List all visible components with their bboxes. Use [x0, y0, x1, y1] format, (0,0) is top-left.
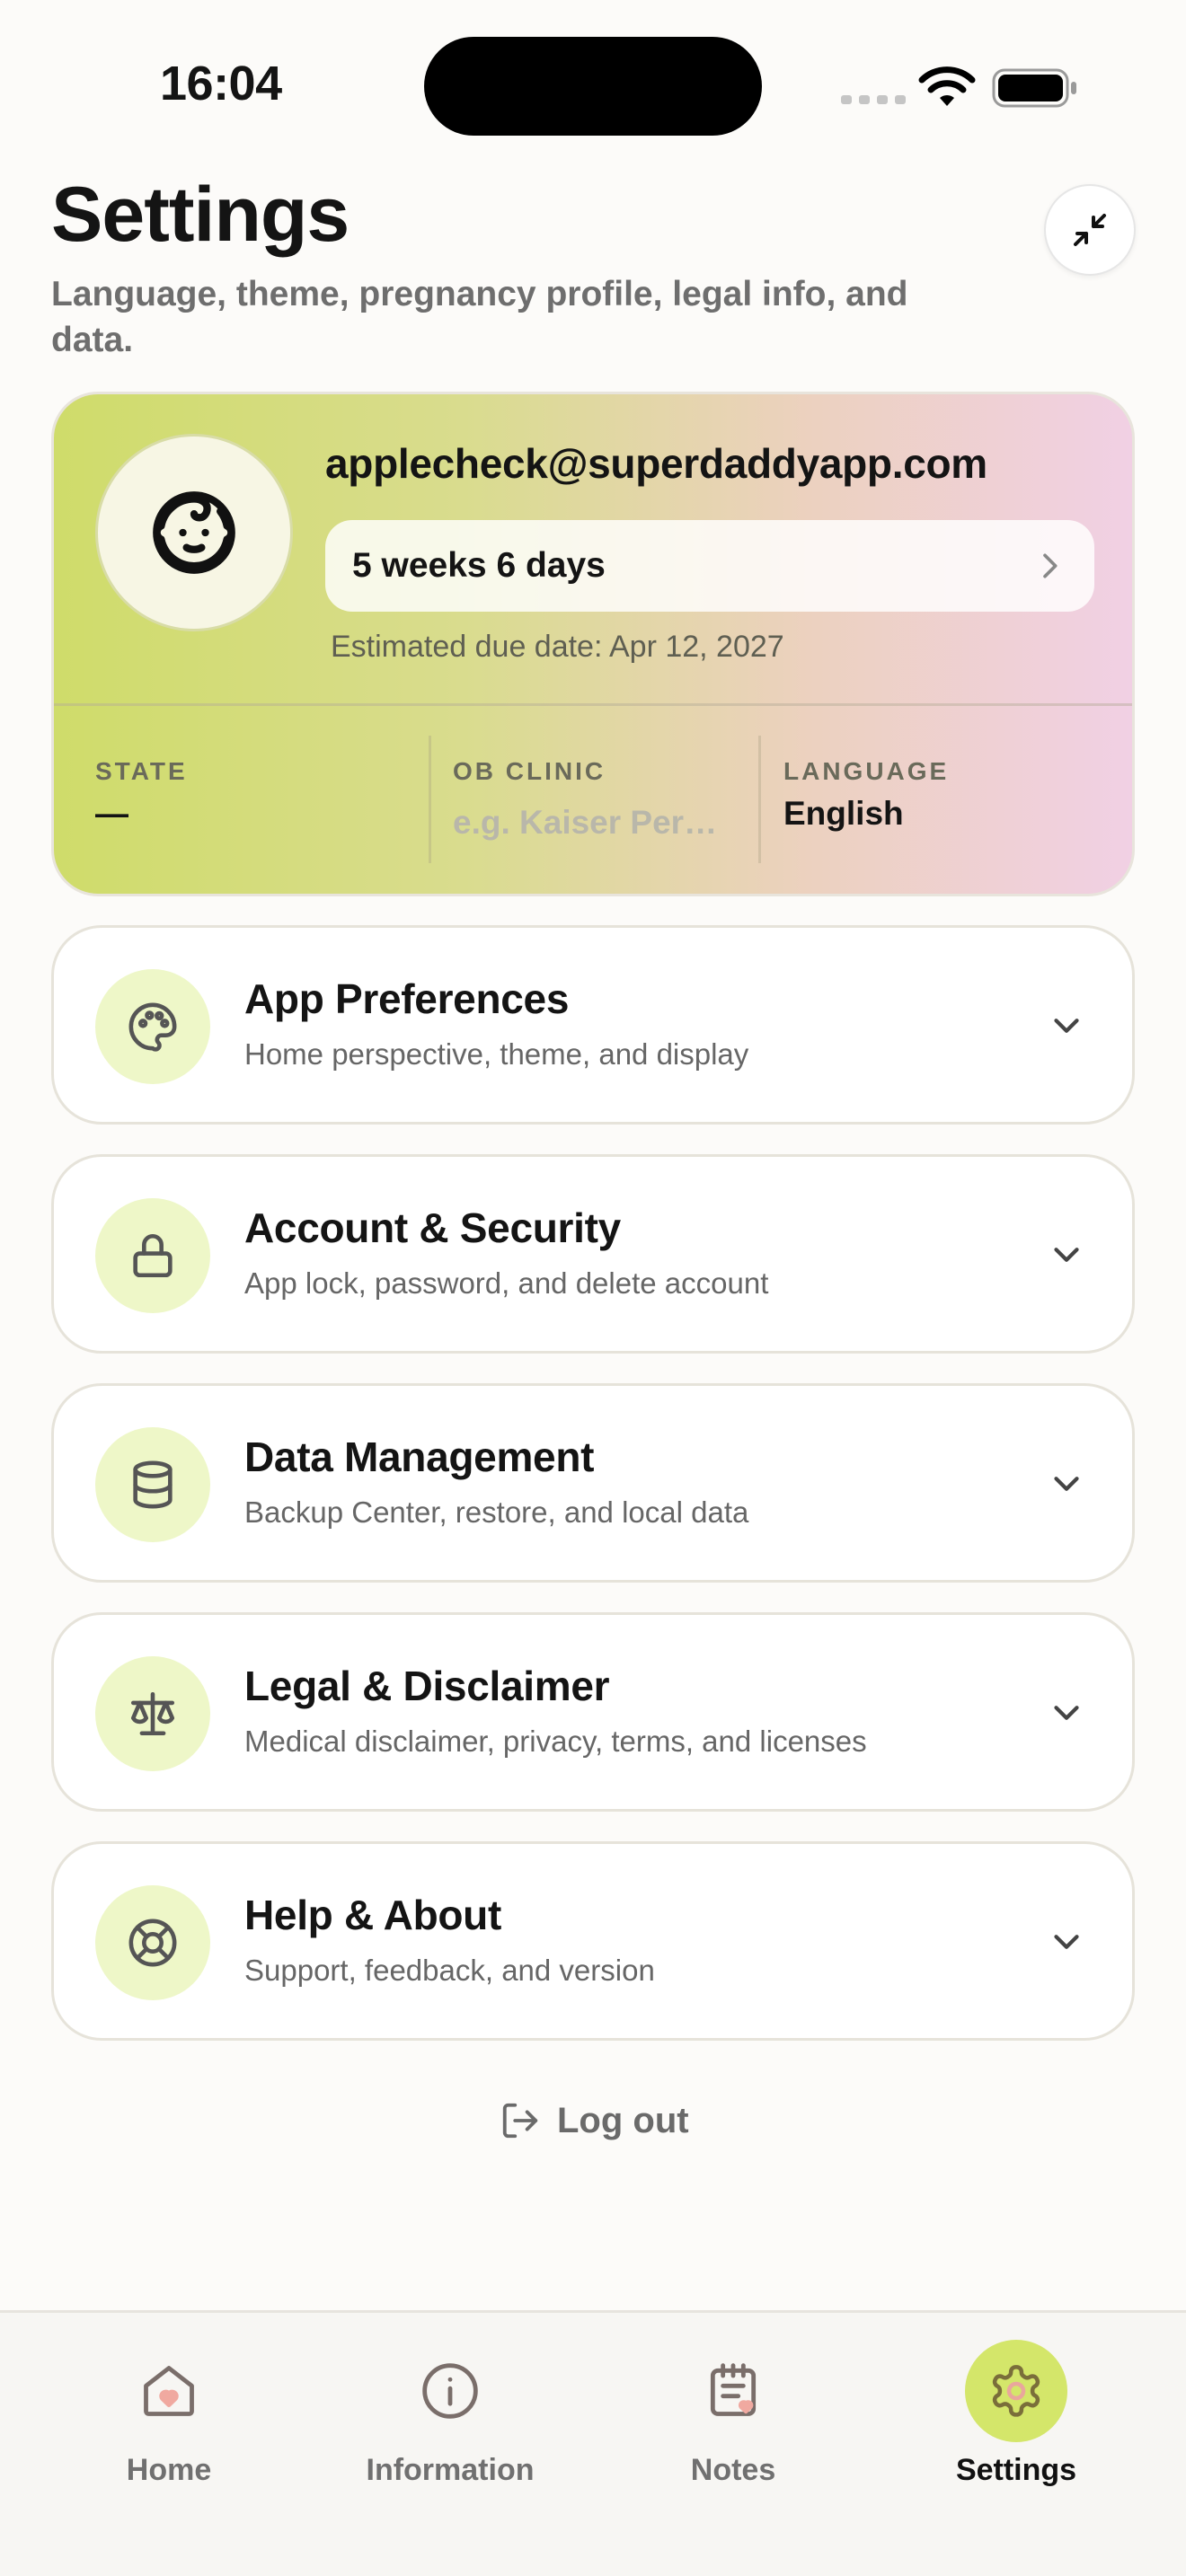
chevron-right-icon [1043, 553, 1058, 578]
notes-icon [710, 2363, 757, 2416]
section-subtitle: Backup Center, restore, and local data [244, 1495, 749, 1529]
baby-face-icon [153, 491, 235, 574]
section-help-about[interactable]: Help & About Support, feedback, and vers… [51, 1841, 1135, 2041]
language-label: LANGUAGE [783, 757, 950, 785]
ob-clinic-placeholder: e.g. Kaiser Permanente [453, 804, 740, 841]
battery-icon [992, 68, 1076, 108]
dynamic-island [424, 37, 762, 136]
language-value: English [783, 795, 904, 832]
stat-separator [758, 736, 761, 863]
ob-clinic-label: OB CLINIC [453, 757, 606, 785]
pregnancy-progress-label: 5 weeks 6 days [352, 546, 606, 585]
chevron-down-icon [1054, 1706, 1079, 1720]
section-subtitle: Support, feedback, and version [244, 1954, 655, 1987]
logout-button[interactable]: Log out [500, 2100, 689, 2141]
home-heart-icon [144, 2366, 194, 2416]
logout-icon [502, 2103, 538, 2139]
section-data-management[interactable]: Data Management Backup Center, restore, … [51, 1383, 1135, 1583]
page-subtitle: Language, theme, pregnancy profile, lega… [51, 275, 908, 359]
tab-label: Information [366, 2453, 535, 2487]
info-icon [422, 2363, 478, 2419]
tab-label: Notes [690, 2453, 776, 2487]
section-account-security[interactable]: Account & Security App lock, password, a… [51, 1154, 1135, 1354]
state-value: — [95, 795, 128, 832]
palette-icon [128, 1002, 177, 1052]
language-field[interactable]: LANGUAGE English [783, 703, 1089, 894]
due-date-text: Estimated due date: Apr 12, 2027 [331, 630, 784, 664]
scale-icon [130, 1691, 175, 1736]
tab-settings[interactable]: Settings [899, 2340, 1133, 2488]
chevron-down-icon [1054, 1248, 1079, 1262]
section-subtitle: Medical disclaimer, privacy, terms, and … [244, 1725, 867, 1758]
database-icon [133, 1460, 173, 1509]
tab-home[interactable]: Home [52, 2340, 286, 2488]
section-app-preferences[interactable]: App Preferences Home perspective, theme,… [51, 925, 1135, 1125]
tab-information[interactable]: Information [333, 2340, 567, 2488]
collapse-button[interactable] [1044, 184, 1136, 276]
status-time: 16:04 [160, 57, 282, 110]
ob-clinic-field[interactable]: OB CLINIC e.g. Kaiser Permanente [453, 703, 758, 894]
collapse-arrows-icon [1074, 214, 1106, 246]
chevron-down-icon [1054, 1477, 1079, 1491]
section-title: Account & Security [244, 1204, 621, 1251]
section-title: Legal & Disclaimer [244, 1663, 610, 1709]
tab-notes[interactable]: Notes [616, 2340, 850, 2488]
chevron-down-icon [1054, 1019, 1079, 1033]
tab-label: Home [126, 2453, 212, 2487]
wifi-icon [918, 66, 976, 106]
stat-separator [429, 736, 431, 863]
chevron-down-icon [1054, 1935, 1079, 1949]
lifebuoy-icon [128, 1919, 177, 1967]
tab-label: Settings [955, 2453, 1077, 2487]
section-title: Help & About [244, 1892, 501, 1938]
settings-screen: 16:04 Settings Language, theme, pregnanc… [0, 0, 1186, 2576]
state-field[interactable]: STATE — [95, 703, 437, 894]
section-title: App Preferences [244, 975, 570, 1022]
gear-icon [992, 2365, 1040, 2417]
page-title: Settings [51, 172, 350, 258]
cellular-signal-icon [841, 95, 906, 104]
section-subtitle: App lock, password, and delete account [244, 1266, 769, 1300]
logout-label: Log out [557, 2100, 689, 2140]
bottom-tab-bar: Home Information Notes Settings [0, 2310, 1186, 2576]
lock-icon [133, 1233, 173, 1278]
pregnancy-profile-card: applecheck@superdaddyapp.com 5 weeks 6 d… [51, 392, 1135, 896]
section-legal-disclaimer[interactable]: Legal & Disclaimer Medical disclaimer, p… [51, 1612, 1135, 1812]
account-email: applecheck@superdaddyapp.com [325, 440, 987, 487]
avatar[interactable] [95, 434, 293, 631]
section-subtitle: Home perspective, theme, and display [244, 1037, 749, 1071]
state-label: STATE [95, 757, 188, 785]
pregnancy-progress-button[interactable]: 5 weeks 6 days [325, 520, 1094, 612]
section-title: Data Management [244, 1434, 595, 1480]
